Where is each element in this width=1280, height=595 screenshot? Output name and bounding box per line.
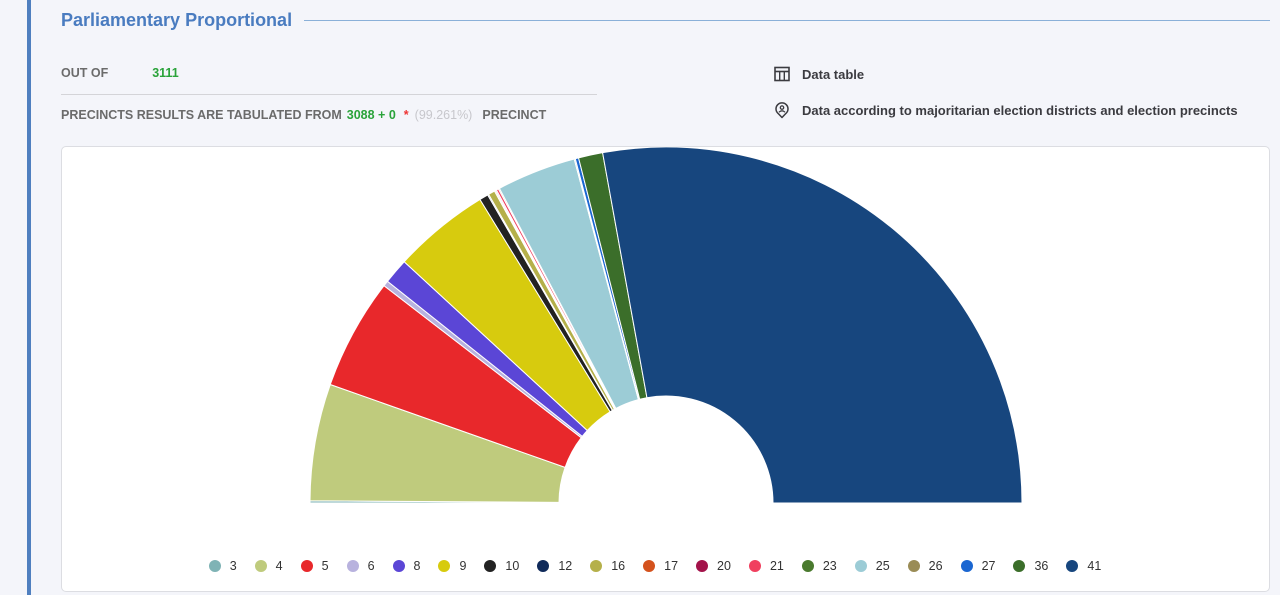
legend-label: 21: [769, 559, 784, 573]
legend-marker: [960, 560, 973, 572]
legend-marker: [254, 560, 267, 572]
legend-marker: [1013, 560, 1026, 572]
legend-marker: [392, 560, 405, 572]
legend-item-8[interactable]: 8: [392, 559, 421, 573]
legend-item-20[interactable]: 20: [696, 559, 731, 573]
legend-label: 3: [229, 559, 237, 573]
page: Parliamentary Proportional OUT OF 3111 P…: [0, 0, 1280, 595]
legend-label: 25: [875, 559, 890, 573]
legend-label: 26: [928, 559, 943, 573]
legend-label: 9: [459, 559, 467, 573]
legend-item-26[interactable]: 26: [907, 559, 943, 573]
legend-marker: [907, 560, 920, 572]
legend-marker: [696, 560, 709, 572]
legend-item-27[interactable]: 27: [960, 559, 996, 573]
legend-item-41[interactable]: 41: [1066, 559, 1101, 573]
legend-label: 5: [321, 559, 329, 573]
legend-marker: [208, 560, 221, 572]
legend-label: 27: [981, 559, 996, 573]
legend-item-17[interactable]: 17: [643, 559, 678, 573]
legend-item-6[interactable]: 6: [346, 559, 375, 573]
legend-label: 41: [1087, 559, 1102, 573]
legend-marker: [1066, 560, 1079, 572]
legend-marker: [300, 560, 313, 572]
legend-label: 12: [558, 559, 573, 573]
legend-item-4[interactable]: 4: [254, 559, 283, 573]
semicircle-chart: [309, 146, 1023, 504]
legend-item-5[interactable]: 5: [300, 559, 329, 573]
legend-item-25[interactable]: 25: [854, 559, 890, 573]
legend-item-21[interactable]: 21: [748, 559, 784, 573]
legend-marker: [438, 560, 451, 572]
legend-label: 16: [611, 559, 626, 573]
slice-party-41[interactable]: [602, 146, 1023, 504]
legend-marker: [537, 560, 550, 572]
legend-label: 36: [1034, 559, 1049, 573]
legend-marker: [484, 560, 497, 572]
legend-label: 4: [275, 559, 283, 573]
legend-label: 8: [413, 559, 421, 573]
legend-marker: [643, 560, 656, 572]
legend-item-16[interactable]: 16: [590, 559, 625, 573]
legend-item-12[interactable]: 12: [537, 559, 572, 573]
legend-marker: [854, 560, 867, 572]
legend-label: 23: [822, 559, 837, 573]
legend-item-10[interactable]: 10: [484, 559, 519, 573]
chart-legend: 3 4 5 6 8 9 10 12 16 17 20 21 23 25 26 27 36 41: [0, 559, 1280, 573]
legend-item-36[interactable]: 36: [1013, 559, 1048, 573]
legend-item-3[interactable]: 3: [208, 559, 237, 573]
legend-label: 20: [717, 559, 731, 573]
legend-marker: [748, 560, 761, 572]
legend-label: 6: [367, 559, 375, 573]
legend-item-9[interactable]: 9: [438, 559, 466, 573]
legend-item-23[interactable]: 23: [801, 559, 837, 573]
legend-marker: [801, 560, 814, 572]
legend-label: 17: [664, 559, 679, 573]
legend-marker: [346, 560, 359, 572]
legend-label: 10: [505, 559, 520, 573]
legend-marker: [590, 560, 603, 572]
